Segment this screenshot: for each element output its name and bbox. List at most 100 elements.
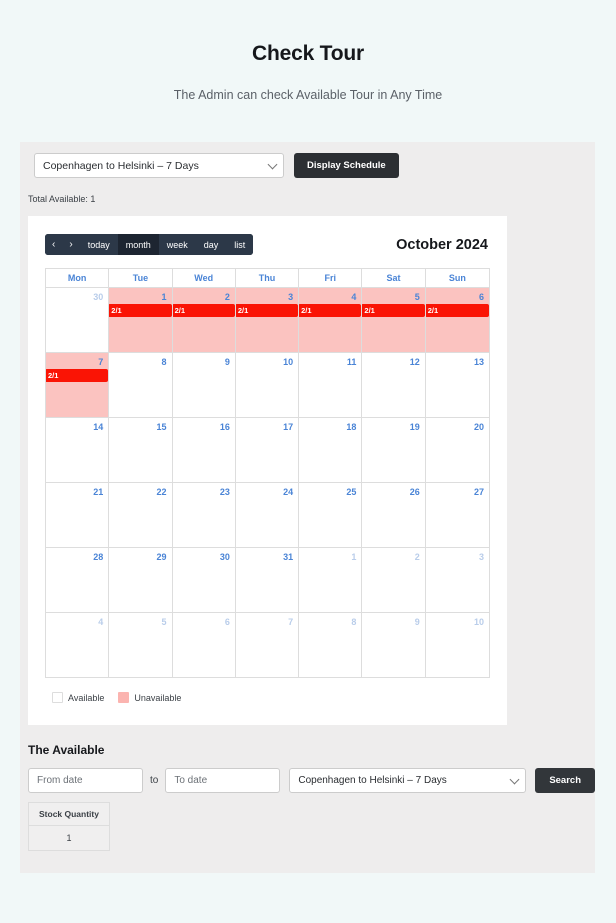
calendar-day-cell[interactable]: 30	[46, 288, 110, 353]
calendar-day-cell[interactable]: 6	[172, 613, 236, 678]
prev-button[interactable]: ‹	[45, 234, 63, 255]
tour-select-value: Copenhagen to Helsinki – 7 Days	[43, 159, 199, 172]
calendar-day-cell[interactable]: 16	[172, 418, 236, 483]
calendar-day-cell[interactable]: 1	[299, 548, 363, 613]
calendar-day-cell[interactable]: 7	[235, 613, 300, 678]
day-number: 5	[414, 292, 420, 302]
calendar-day-cell[interactable]: 29	[109, 548, 173, 613]
calendar-day-cell[interactable]: 5	[109, 613, 173, 678]
day-number: 29	[156, 552, 167, 562]
calendar-day-cell[interactable]: 3	[425, 548, 489, 613]
display-schedule-button[interactable]: Display Schedule	[294, 153, 399, 178]
calendar-event[interactable]: 2/1	[425, 304, 489, 317]
calendar-toolbar: ‹ › today month week day list October 20…	[45, 234, 490, 255]
month-view-button[interactable]: month	[117, 234, 159, 255]
calendar-day-cell[interactable]: 13	[425, 353, 489, 418]
day-view-button[interactable]: day	[195, 234, 227, 255]
total-available-label: Total Available: 1	[28, 194, 96, 204]
calendar-week-row: 7 2/1 8 9 10 11 12 13	[46, 353, 489, 418]
calendar-title: October 2024	[396, 236, 488, 253]
list-view-button[interactable]: list	[226, 234, 254, 255]
calendar-day-cell[interactable]: 4 2/1	[299, 288, 363, 353]
day-number: 5	[161, 617, 167, 627]
availability-tour-select-value: Copenhagen to Helsinki – 7 Days	[298, 775, 447, 786]
calendar-day-cell[interactable]: 19	[362, 418, 426, 483]
calendar-weeks: 30 1 2/1 2 2/1 3 2/1 4 2/1 5 2/1 6 2/1 7 2/1 8 9 10 11 12 13…	[46, 288, 489, 678]
calendar-day-cell[interactable]: 18	[299, 418, 363, 483]
availability-search-form: to Copenhagen to Helsinki – 7 Days Searc…	[28, 768, 595, 793]
day-number: 23	[219, 487, 230, 497]
weekday-header-sat: Sat	[362, 269, 426, 288]
day-number: 18	[346, 422, 357, 432]
calendar-weekday-header: Mon Tue Wed Thu Fri Sat Sun	[46, 269, 489, 288]
calendar-day-cell[interactable]: 6 2/1	[425, 288, 489, 353]
calendar-day-cell[interactable]: 15	[109, 418, 173, 483]
table-row: 1	[28, 825, 110, 851]
calendar-day-cell[interactable]: 30	[172, 548, 236, 613]
day-number: 7	[288, 617, 294, 627]
calendar-day-cell[interactable]: 10	[235, 353, 300, 418]
calendar-day-cell[interactable]: 24	[235, 483, 300, 548]
calendar-day-cell[interactable]: 23	[172, 483, 236, 548]
calendar-day-cell[interactable]: 22	[109, 483, 173, 548]
week-view-button[interactable]: week	[158, 234, 196, 255]
calendar-event[interactable]: 2/1	[235, 304, 299, 317]
day-number: 3	[288, 292, 294, 302]
day-number: 28	[93, 552, 104, 562]
calendar-day-cell[interactable]: 21	[46, 483, 110, 548]
day-number: 10	[283, 357, 294, 367]
content-panel: Copenhagen to Helsinki – 7 Days Display …	[20, 142, 595, 873]
day-number: 30	[93, 292, 104, 302]
day-number: 13	[473, 357, 484, 367]
calendar-day-cell[interactable]: 25	[299, 483, 363, 548]
calendar-event[interactable]: 2/1	[109, 304, 172, 317]
availability-tour-select[interactable]: Copenhagen to Helsinki – 7 Days	[289, 768, 527, 793]
search-button[interactable]: Search	[535, 768, 595, 793]
calendar-day-cell[interactable]: 8	[299, 613, 363, 678]
today-button[interactable]: today	[79, 234, 118, 255]
day-number: 8	[161, 357, 167, 367]
calendar-day-cell[interactable]: 20	[425, 418, 489, 483]
weekday-header-thu: Thu	[235, 269, 300, 288]
calendar-day-cell[interactable]: 9	[362, 613, 426, 678]
calendar-event[interactable]: 2/1	[362, 304, 425, 317]
calendar-day-cell[interactable]: 27	[425, 483, 489, 548]
calendar-day-cell[interactable]: 8	[109, 353, 173, 418]
chevron-down-icon	[509, 774, 520, 784]
calendar-day-cell[interactable]: 7 2/1	[46, 353, 110, 418]
calendar-day-cell[interactable]: 14	[46, 418, 110, 483]
calendar-day-cell[interactable]: 26	[362, 483, 426, 548]
day-number: 2	[414, 552, 420, 562]
calendar-day-cell[interactable]: 9	[172, 353, 236, 418]
from-date-input[interactable]	[28, 768, 143, 793]
calendar-day-cell[interactable]: 5 2/1	[362, 288, 426, 353]
next-button[interactable]: ›	[62, 234, 80, 255]
tour-select[interactable]: Copenhagen to Helsinki – 7 Days	[34, 153, 284, 178]
calendar-day-cell[interactable]: 10	[425, 613, 489, 678]
calendar-day-cell[interactable]: 17	[235, 418, 300, 483]
to-date-input[interactable]	[165, 768, 281, 793]
calendar-day-cell[interactable]: 12	[362, 353, 426, 418]
day-number: 20	[473, 422, 484, 432]
weekday-header-fri: Fri	[299, 269, 363, 288]
calendar-event[interactable]: 2/1	[172, 304, 235, 317]
calendar-day-cell[interactable]: 1 2/1	[109, 288, 173, 353]
calendar-day-cell[interactable]: 11	[299, 353, 363, 418]
day-number: 1	[351, 552, 357, 562]
day-number: 6	[224, 617, 230, 627]
calendar-day-cell[interactable]: 31	[235, 548, 300, 613]
day-number: 4	[98, 617, 104, 627]
calendar-event[interactable]: 2/1	[299, 304, 362, 317]
day-number: 11	[346, 357, 357, 367]
day-number: 9	[414, 617, 420, 627]
calendar-day-cell[interactable]: 2 2/1	[172, 288, 236, 353]
calendar-day-cell[interactable]: 4	[46, 613, 110, 678]
day-number: 16	[219, 422, 230, 432]
calendar-event[interactable]: 2/1	[46, 369, 109, 382]
day-number: 24	[283, 487, 294, 497]
calendar-day-cell[interactable]: 3 2/1	[235, 288, 300, 353]
calendar-day-cell[interactable]: 28	[46, 548, 110, 613]
top-controls-row: Copenhagen to Helsinki – 7 Days Display …	[20, 142, 595, 178]
available-section: The Available to Copenhagen to Helsinki …	[20, 725, 595, 851]
calendar-day-cell[interactable]: 2	[362, 548, 426, 613]
